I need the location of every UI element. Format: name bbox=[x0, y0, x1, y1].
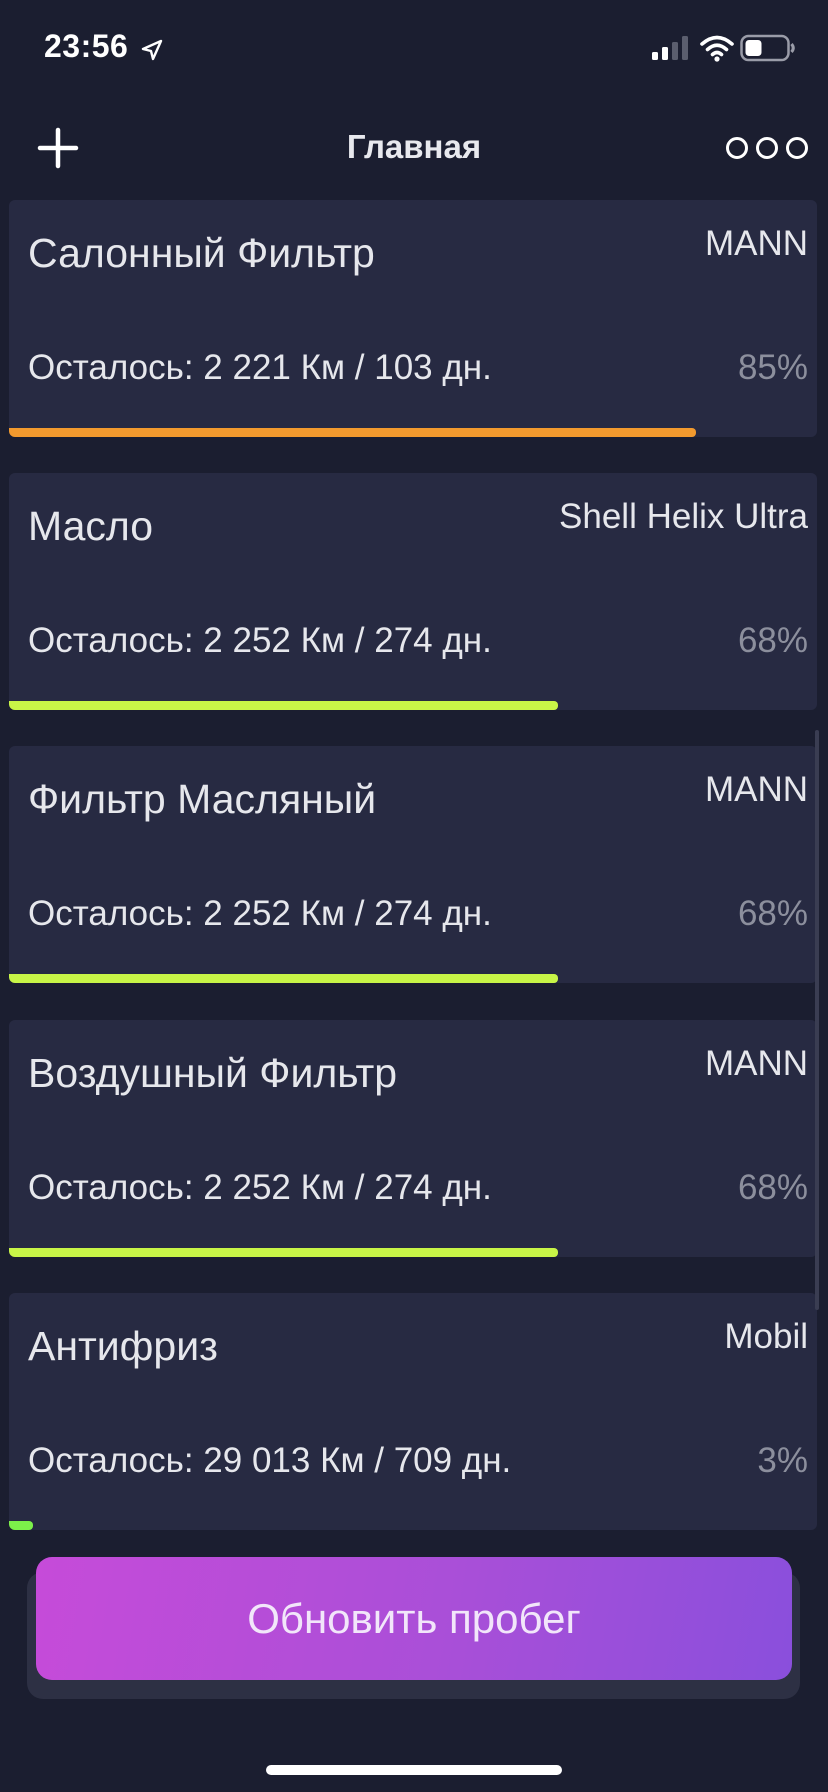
wifi-icon bbox=[700, 35, 734, 62]
item-title: Антифриз bbox=[28, 1323, 218, 1369]
nav-bar: Главная bbox=[0, 100, 828, 196]
battery-icon bbox=[740, 34, 795, 62]
progress-fill bbox=[9, 1521, 34, 1530]
progress-fill bbox=[9, 974, 559, 983]
item-title: Масло bbox=[28, 503, 154, 549]
scroll-indicator[interactable] bbox=[815, 730, 819, 1310]
maintenance-card[interactable]: Салонный Фильтр MANN Осталось: 2 221 Км / … bbox=[9, 200, 817, 437]
update-mileage-button[interactable]: Обновить пробег bbox=[36, 1557, 792, 1680]
maintenance-card[interactable]: Антифриз Mobil Осталось: 29 013 Км / 709 д… bbox=[9, 1293, 817, 1530]
item-title: Фильтр Масляный bbox=[28, 776, 377, 822]
item-percent: 68% bbox=[737, 1168, 808, 1207]
item-percent: 85% bbox=[737, 348, 808, 387]
item-remaining: Осталось: 2 252 Км / 274 дн. bbox=[28, 1168, 492, 1207]
progress-bar bbox=[9, 428, 817, 437]
item-percent: 68% bbox=[737, 894, 808, 933]
maintenance-card[interactable]: Воздушный Фильтр MANN Осталось: 2 252 Км /… bbox=[9, 1020, 817, 1257]
item-remaining: Осталось: 2 252 Км / 274 дн. bbox=[28, 621, 492, 660]
progress-bar bbox=[9, 974, 817, 983]
item-brand: MANN bbox=[704, 1044, 808, 1083]
item-title: Салонный Фильтр bbox=[28, 230, 375, 276]
maintenance-card[interactable]: Фильтр Масляный MANN Осталось: 2 252 Км / … bbox=[9, 746, 817, 983]
maintenance-card[interactable]: Масло Shell Helix Ultra Осталось: 2 252 Км… bbox=[9, 473, 817, 710]
item-remaining: Осталось: 2 221 Км / 103 дн. bbox=[28, 348, 492, 387]
item-brand: Mobil bbox=[724, 1317, 808, 1356]
cellular-signal-icon bbox=[652, 36, 688, 60]
item-brand: MANN bbox=[704, 224, 808, 263]
progress-fill bbox=[9, 1248, 559, 1257]
location-arrow-icon bbox=[141, 39, 163, 61]
item-brand: Shell Helix Ultra bbox=[559, 497, 808, 536]
progress-bar bbox=[9, 701, 817, 710]
item-remaining: Осталось: 2 252 Км / 274 дн. bbox=[28, 894, 492, 933]
status-time: 23:56 bbox=[44, 28, 129, 64]
progress-fill bbox=[9, 428, 696, 437]
progress-fill bbox=[9, 701, 559, 710]
page-title: Главная bbox=[346, 128, 482, 165]
progress-bar bbox=[9, 1521, 817, 1530]
item-brand: MANN bbox=[704, 770, 808, 809]
item-percent: 68% bbox=[737, 621, 808, 660]
item-percent: 3% bbox=[757, 1441, 808, 1480]
home-indicator[interactable] bbox=[266, 1765, 562, 1775]
status-bar: 23:56 bbox=[0, 0, 828, 100]
update-mileage-label: Обновить пробег bbox=[247, 1594, 581, 1642]
item-remaining: Осталось: 29 013 Км / 709 дн. bbox=[28, 1441, 512, 1480]
item-title: Воздушный Фильтр bbox=[28, 1050, 398, 1096]
progress-bar bbox=[9, 1248, 817, 1257]
more-dots-icon[interactable] bbox=[724, 128, 810, 168]
